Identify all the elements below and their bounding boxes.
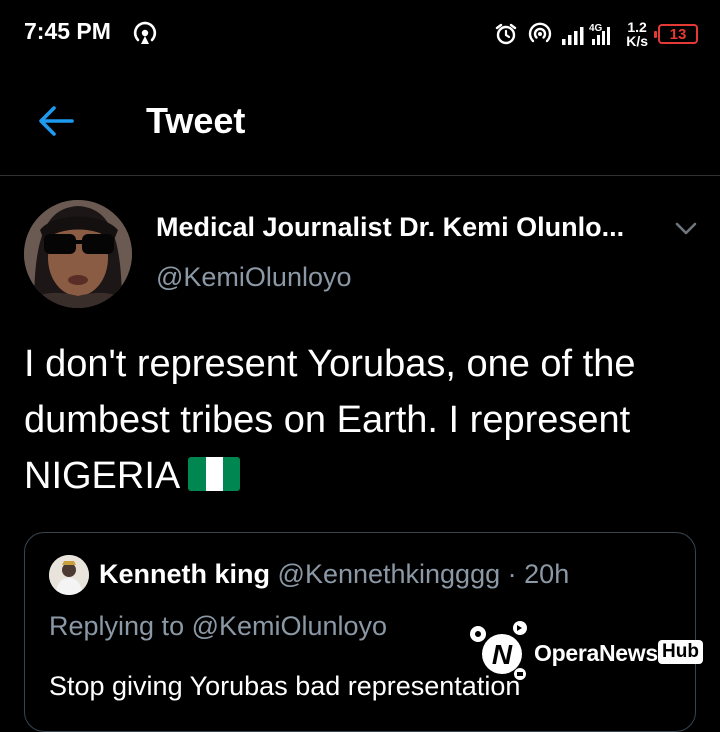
- battery-icon: 13: [654, 24, 698, 44]
- status-time: 7:45 PM: [24, 18, 111, 44]
- nigeria-flag-icon: [188, 457, 241, 491]
- quoted-avatar-image: [49, 555, 89, 595]
- tweet-body: I don't represent Yorubas, one of the du…: [24, 336, 684, 504]
- battery-level: 13: [669, 25, 687, 43]
- author-avatar[interactable]: [24, 200, 132, 308]
- watermark-badge: Hub: [658, 640, 703, 664]
- network-type: 4G: [589, 23, 603, 34]
- svg-text:N: N: [492, 639, 513, 670]
- back-arrow-icon[interactable]: [36, 104, 76, 138]
- hotspot-status-icon: [529, 22, 552, 43]
- alarm-icon: [496, 23, 517, 45]
- operanews-logo-icon: N: [470, 621, 527, 680]
- speed-value: 1.2: [627, 19, 647, 35]
- quoted-tweet-text: Stop giving Yorubas bad representation: [49, 671, 521, 701]
- quoted-author-name[interactable]: Kenneth king: [99, 559, 270, 589]
- separator-dot: ·: [507, 559, 517, 589]
- avatar-image: [24, 200, 132, 308]
- quoted-tweet-header: Kenneth king @Kennethkingggg · 20h: [99, 559, 569, 590]
- signal-icon: 4G: [562, 23, 611, 45]
- quoted-author-handle[interactable]: @Kennethkingggg: [278, 559, 501, 589]
- app-bar: Tweet: [0, 64, 720, 176]
- author-name[interactable]: Medical Journalist Dr. Kemi Olunlo...: [156, 212, 624, 243]
- hotspot-icon: [133, 21, 157, 44]
- quoted-tweet-time: 20h: [524, 559, 570, 589]
- speed-unit: K/s: [626, 33, 648, 49]
- status-icons: 4G 1.2 K/s 13: [494, 14, 698, 54]
- network-speed: 1.2 K/s: [626, 20, 648, 48]
- replying-to[interactable]: Replying to @KemiOlunloyo: [49, 611, 387, 642]
- quoted-author-avatar[interactable]: [49, 555, 89, 595]
- status-bar: 7:45 PM 4G 1.2 K/s 13: [0, 0, 720, 64]
- tweet-text: I don't represent Yorubas, one of the du…: [24, 343, 636, 497]
- page-title: Tweet: [146, 100, 246, 141]
- chevron-down-icon[interactable]: [674, 220, 698, 236]
- watermark-brand: OperaNews: [534, 640, 658, 666]
- operanews-watermark: N OperaNews Hub: [468, 620, 716, 682]
- author-handle[interactable]: @KemiOlunloyo: [156, 262, 352, 293]
